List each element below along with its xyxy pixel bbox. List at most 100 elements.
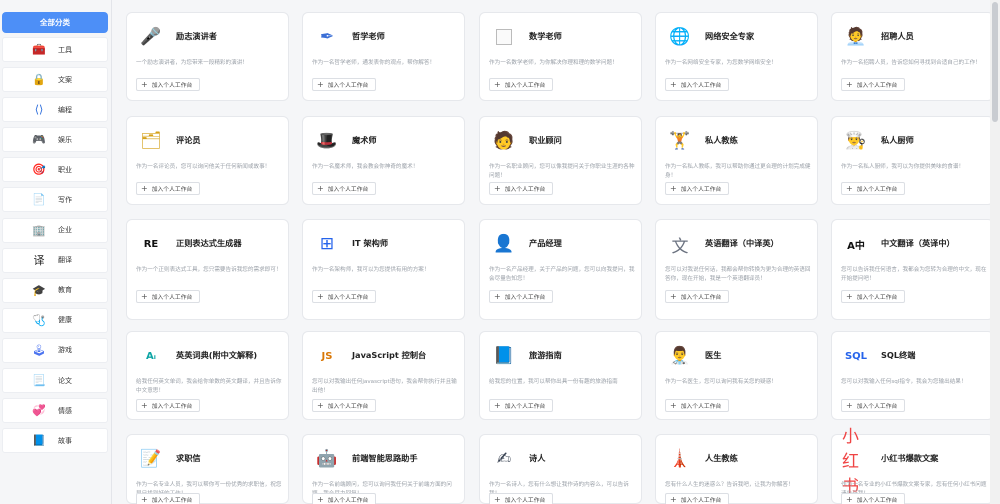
prompt-card[interactable]: SQL SQL终端 您可以对我输入任何sql指令，我会为您输出结果！ + 加入个人工作台 (831, 331, 994, 420)
add-to-workspace-button[interactable]: + 加入个人工作台 (841, 399, 905, 412)
sidebar-item-label: 论文 (58, 376, 72, 385)
sidebar-item-4[interactable]: 🎯 职业 (2, 157, 108, 183)
sidebar-item-10[interactable]: 🕹 游戏 (2, 337, 108, 363)
prompt-card[interactable]: ✒ 哲学老师 作为一名哲学老师，通发表你的观点，帮你解答！ + 加入个人工作台 (302, 12, 465, 101)
add-to-workspace-button[interactable]: + 加入个人工作台 (312, 290, 376, 303)
sidebar-item-0[interactable]: 🧰 工具 (2, 37, 108, 62)
card-title: 产品经理 (529, 238, 562, 248)
card-description: 给我您的位置，我可以帮你出具一份有趣的旅游指南 (489, 379, 618, 385)
prompt-card[interactable]: 文 英语翻译（中译英） 您可以对我说任何话，我都会帮你转换为更为合理的英语回答你，现… (655, 219, 818, 320)
sidebar-item-7[interactable]: 译 翻译 (2, 247, 108, 273)
card-description: 作为一名私人厨师，我可以为你提供美味的食谱！ (841, 164, 965, 170)
prompt-card[interactable]: 🗼 人生教练 您有什么人生的迷惑么？告诉我吧，让我为你解答！ + 加入个人工作台 (655, 434, 818, 504)
medical-kit-icon: 🩺 (32, 313, 46, 327)
add-to-workspace-button[interactable]: + 加入个人工作台 (312, 399, 376, 412)
add-to-workspace-button[interactable]: + 加入个人工作台 (489, 290, 553, 303)
sidebar-item-9[interactable]: 🩺 健康 (2, 307, 108, 333)
add-to-workspace-button[interactable]: + 加入个人工作台 (312, 493, 376, 504)
magic-hat-icon: 🎩 (316, 131, 338, 151)
prompt-card[interactable]: 🗂 评论员 作为一名评论员，您可以询问他关于任何新闻或故事！ + 加入个人工作台 (126, 116, 289, 205)
add-to-workspace-button[interactable]: + 加入个人工作台 (136, 78, 200, 91)
prompt-card[interactable]: JS JavaScript 控制台 您可以对我输出任何javascript语句，我会… (302, 331, 465, 420)
prompt-card[interactable]: 🏋 私人教练 作为一名私人教练，我可以帮助你通过更合理的计划完成健身！ + 加入个人工作… (655, 116, 818, 205)
sidebar-item-13[interactable]: 📘 故事 (2, 428, 108, 454)
sidebar-item-label: 企业 (58, 226, 72, 235)
sidebar-item-label: 写作 (58, 195, 72, 204)
building-icon: 🏢 (32, 223, 46, 237)
sidebar-item-label: 翻译 (58, 256, 72, 265)
card-description: 作为一名产品经理，关于产品的问题，您可以向我提问，我会尽量告知您！ (489, 267, 635, 282)
prompt-card[interactable]: 👤 产品经理 作为一名产品经理，关于产品的问题，您可以向我提问，我会尽量告知您！ + 加… (479, 219, 642, 320)
sidebar-item-6[interactable]: 🏢 企业 (2, 217, 108, 243)
prompt-card[interactable]: 🧑‍💼 招聘人员 作为一名招聘人员，告诉您如何寻找到合适自己的工作！ + 加入个人工作台 (831, 12, 994, 101)
add-to-workspace-button[interactable]: + 加入个人工作台 (841, 290, 905, 303)
add-to-workspace-button[interactable]: + 加入个人工作台 (665, 290, 729, 303)
add-to-workspace-button[interactable]: + 加入个人工作台 (665, 399, 729, 412)
add-button-label: 加入个人工作台 (856, 295, 898, 301)
prompt-card[interactable]: Aᵢ 英英词典(附中文解释) 给我任何英文单词，我会给你单数的英文翻译，并且告诉你中… (126, 331, 289, 420)
plus-icon: + (670, 494, 677, 504)
prompt-card[interactable]: 🤖前端智能思路助手作为一名前端顾问，您可以询问我任何关于前端方面的问题，我会尽力… (302, 434, 465, 504)
add-to-workspace-button[interactable]: + 加入个人工作台 (489, 399, 553, 412)
sidebar-item-1[interactable]: 🔒 文案 (2, 67, 108, 93)
add-to-workspace-button[interactable]: + 加入个人工作台 (841, 493, 905, 504)
prompt-card[interactable]: 🎩 魔术师作为一名魔术师，我会教会你神奇的魔术！ + 加入个人工作台 (302, 116, 465, 205)
add-to-workspace-button[interactable]: + 加入个人工作台 (489, 182, 553, 195)
add-to-workspace-button[interactable]: + 加入个人工作台 (136, 290, 200, 303)
add-to-workspace-button[interactable]: + 加入个人工作台 (489, 493, 553, 504)
add-button-label: 加入个人工作台 (151, 498, 193, 504)
scrollbar-thumb[interactable] (992, 2, 998, 122)
sidebar-item-label: 文案 (58, 75, 72, 84)
card-description: 作为一名魔术师，我会教会你神奇的魔术！ (312, 164, 419, 170)
sidebar-item-11[interactable]: 📃 论文 (2, 368, 108, 394)
sidebar-item-8[interactable]: 🎓 教育 (2, 277, 108, 303)
prompt-card[interactable]: 👨‍⚕️ 医生 作为一名医生，您可以询问我有关您的疑惑！ + 加入个人工作台 (655, 331, 818, 420)
sidebar-item-12[interactable]: 💞 情感 (2, 398, 108, 424)
sidebar-item-3[interactable]: 🎮 娱乐 (2, 127, 108, 153)
add-button-label: 加入个人工作台 (327, 83, 369, 89)
prompt-card[interactable]: 数学老师 作为一名数学老师，为你解决你理和理的数学问题！ + 加入个人工作台 (479, 12, 642, 101)
prompt-card[interactable]: 👨‍🍳 私人厨师 作为一名私人厨师，我可以为你提供美味的食谱！ + 加入个人工作台 (831, 116, 994, 205)
prompt-card[interactable]: 🎤 励志演讲者 一个励志演讲者，为您带来一段精彩的演讲！ + 加入个人工作台 (126, 12, 289, 101)
prompt-card[interactable]: 🌐 网络安全专家 作为一名网络安全专家，为您数学网络安全！ + 加入个人工作台 (655, 12, 818, 101)
add-to-workspace-button[interactable]: + 加入个人工作台 (136, 399, 200, 412)
add-to-workspace-button[interactable]: + 加入个人工作台 (665, 493, 729, 504)
add-to-workspace-button[interactable]: + 加入个人工作台 (841, 78, 905, 91)
add-button-label: 加入个人工作台 (504, 187, 546, 193)
add-to-workspace-button[interactable]: + 加入个人工作台 (136, 182, 200, 195)
prompt-card[interactable]: ⊞ IT 架构师 作为一名架构师，我可以为您提供有用的方案！ + 加入个人工作台 (302, 219, 465, 320)
card-title: 魔术师 (352, 135, 377, 145)
add-button-label: 加入个人工作台 (504, 295, 546, 301)
card-description: 您有什么人生的迷惑么？告诉我吧，让我为你解答！ (665, 482, 794, 488)
add-to-workspace-button[interactable]: + 加入个人工作台 (489, 78, 553, 91)
prompt-card[interactable]: 🧑 职业顾问 作为一名职业顾问，您可以像我提问关于你职业生涯的各种问题！ + 加入个人工… (479, 116, 642, 205)
globe-shield-icon: 🌐 (669, 27, 691, 47)
add-button-label: 加入个人工作台 (327, 498, 369, 504)
prompt-card[interactable]: ✍诗人作为一名诗人，您有什么想让我作诗的内容么，可以告诉我！+加入个人工作台 (479, 434, 642, 504)
add-to-workspace-button[interactable]: + 加入个人工作台 (312, 182, 376, 195)
card-description: 给我任何英文单词，我会给你单数的英文翻译，并且告诉你中文意思！ (136, 379, 282, 394)
add-to-workspace-button[interactable]: + 加入个人工作台 (136, 493, 200, 504)
plus-icon: + (317, 494, 324, 504)
prompt-card[interactable]: RE 正则表达式生成器 作为一个正则表达式工具，您只需要告诉我您的需求即可！ + 加入个… (126, 219, 289, 320)
add-to-workspace-button[interactable]: + 加入个人工作台 (665, 182, 729, 195)
prompt-card[interactable]: 📘 旅游指南 给我您的位置，我可以帮你出具一份有趣的旅游指南 + 加入个人工作台 (479, 331, 642, 420)
toolbox-icon: 🧰 (32, 43, 46, 56)
add-to-workspace-button[interactable]: + 加入个人工作台 (312, 78, 376, 91)
card-description: 作为一名数学老师，为你解决你理和理的数学问题！ (489, 60, 618, 66)
prompt-card[interactable]: 📝求职信作为一名专业人员，我可以帮你写一份优秀的求职信，祝您早日找到好的工作！+… (126, 434, 289, 504)
all-categories-button[interactable]: 全部分类 (2, 12, 108, 33)
sidebar-item-5[interactable]: 📄 写作 (2, 187, 108, 213)
prompt-card[interactable]: 小红书小红书爆款文案作为一名专业的小红书爆款文案专家，您有任何小红书问题请告诉我… (831, 427, 994, 504)
heart-icon: 💞 (32, 404, 46, 418)
add-to-workspace-button[interactable]: + 加入个人工作台 (841, 182, 905, 195)
plus-icon: + (494, 79, 501, 89)
sidebar-item-2[interactable]: ⟨⟩ 编程 (2, 97, 108, 123)
category-list: 🧰 工具 🔒 文案 ⟨⟩ 编程 🎮 娱乐 🎯 职业 📄 写作 🏢 企业译 翻译 🎓 教育 🩺 健康 🕹 游戏 📃 论文 💞 情感… (2, 37, 108, 458)
prompt-card[interactable]: A中 中文翻译（英译中） 您可以告诉我任何语言，我都会为您转为合理的中文，现在开始提… (831, 219, 994, 320)
joystick-icon: 🕹 (32, 343, 46, 357)
add-button-label: 加入个人工作台 (327, 295, 369, 301)
sidebar-item-label: 情感 (58, 406, 72, 415)
feather-pen-icon: ✒ (319, 27, 335, 47)
add-to-workspace-button[interactable]: + 加入个人工作台 (665, 78, 729, 91)
